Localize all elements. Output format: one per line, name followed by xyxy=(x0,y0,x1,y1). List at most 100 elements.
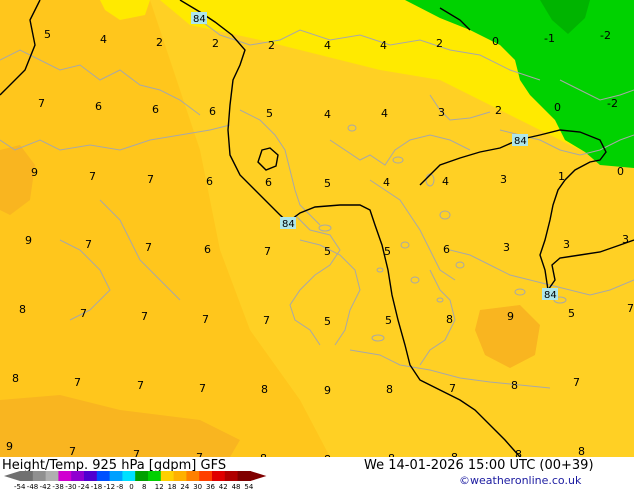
contour-label: 84 xyxy=(512,134,528,147)
temp-value: 5 xyxy=(385,314,392,327)
weather-map: 84 84 84 84 5 4 2 2 2 4 4 2 0 -1 -2 7 6 … xyxy=(0,0,634,457)
legend-swatch xyxy=(135,471,149,481)
temp-value: 5 xyxy=(44,28,51,41)
temp-value: 6 xyxy=(265,176,272,189)
temp-value: 9 xyxy=(507,310,514,323)
legend-tick-label: -8 xyxy=(116,483,123,490)
legend-color-bar xyxy=(4,471,267,481)
temp-value: 7 xyxy=(264,245,271,258)
temp-value: 8 xyxy=(511,379,518,392)
temp-value: 9 xyxy=(6,440,13,453)
temp-value: 8 xyxy=(12,372,19,385)
svg-text:84: 84 xyxy=(544,290,557,301)
temp-value: 4 xyxy=(324,39,331,52)
temp-value: 2 xyxy=(495,104,502,117)
temp-value: 6 xyxy=(95,100,102,113)
legend-tick-label: 36 xyxy=(206,483,215,490)
temp-value: -2 xyxy=(607,97,618,110)
legend-swatch xyxy=(109,471,123,481)
temp-value: 7 xyxy=(141,310,148,323)
legend-swatch xyxy=(160,471,175,481)
temp-value: 7 xyxy=(137,379,144,392)
temp-value: 0 xyxy=(617,165,624,178)
temp-value: 7 xyxy=(85,238,92,251)
map-canvas: 84 84 84 84 5 4 2 2 2 4 4 2 0 -1 -2 7 6 … xyxy=(0,0,634,457)
legend-tick-label: 30 xyxy=(193,483,202,490)
svg-text:84: 84 xyxy=(514,136,527,147)
legend-tick-label: 42 xyxy=(219,483,228,490)
temp-value: 8 xyxy=(446,313,453,326)
legend-tick-label: 48 xyxy=(232,483,241,490)
temp-value: 7 xyxy=(573,376,580,389)
temp-value: 7 xyxy=(449,382,456,395)
temp-value: 7 xyxy=(627,302,634,315)
temp-value: 4 xyxy=(100,33,107,46)
legend-swatch xyxy=(148,471,162,481)
legend-swatch xyxy=(58,471,72,481)
legend-arrow-right xyxy=(250,471,267,481)
legend-tick-label: -24 xyxy=(78,483,90,490)
contour-label: 84 xyxy=(280,217,296,230)
legend-tick-label: -38 xyxy=(52,483,63,490)
temp-value: 2 xyxy=(156,36,163,49)
temp-value: 4 xyxy=(380,39,387,52)
legend-swatch xyxy=(122,471,136,481)
temp-value: 3 xyxy=(622,233,629,246)
temp-value: 8 xyxy=(261,383,268,396)
legend-swatch xyxy=(20,471,34,481)
legend-ticks: -54 -48 -42 -38 -30 -24 -18 -12 -8 0 8 12 18 24 30 36 42… xyxy=(14,483,254,490)
color-legend: -54 -48 -42 -38 -30 -24 -18 -12 -8 0 8 12 18 24 30 36 42… xyxy=(4,471,267,490)
temp-value: 4 xyxy=(383,176,390,189)
temp-value: -2 xyxy=(600,29,611,42)
legend-tick-label: -42 xyxy=(40,483,51,490)
temp-value: 7 xyxy=(145,241,152,254)
legend-tick-label: -54 xyxy=(14,483,26,490)
legend-tick-label: 0 xyxy=(129,483,133,490)
temp-value: 0 xyxy=(492,35,499,48)
legend-swatch xyxy=(32,471,47,481)
temp-value: 9 xyxy=(31,166,38,179)
temp-value: 4 xyxy=(442,175,449,188)
temp-value: 9 xyxy=(324,384,331,397)
legend-swatch xyxy=(186,471,200,481)
legend-tick-label: -12 xyxy=(104,483,115,490)
legend-tick-label: -48 xyxy=(27,483,38,490)
legend-tick-label: 8 xyxy=(142,483,146,490)
temp-value: 5 xyxy=(384,245,391,258)
temp-value: 6 xyxy=(443,243,450,256)
legend-swatch xyxy=(224,471,239,481)
temp-value: 7 xyxy=(147,173,154,186)
temp-value: 6 xyxy=(209,105,216,118)
contour-label: 84 xyxy=(542,288,558,301)
temp-value: -1 xyxy=(544,32,555,45)
temp-value: 1 xyxy=(558,170,565,183)
temp-value: 6 xyxy=(152,103,159,116)
temp-value: 5 xyxy=(266,107,273,120)
temp-value: 5 xyxy=(568,307,575,320)
temp-value: 5 xyxy=(324,245,331,258)
legend-swatch xyxy=(96,471,111,481)
legend-swatch xyxy=(71,471,85,481)
temp-value: 5 xyxy=(324,177,331,190)
legend-swatch xyxy=(199,471,213,481)
temp-value: 0 xyxy=(554,101,561,114)
temp-value: 9 xyxy=(25,234,32,247)
temp-value: 8 xyxy=(386,383,393,396)
temp-value: 8 xyxy=(578,445,585,457)
legend-arrow-left xyxy=(4,471,20,481)
valid-time: We 14-01-2026 15:00 UTC (00+39) xyxy=(364,458,594,473)
temp-value: 7 xyxy=(199,382,206,395)
legend-swatch xyxy=(173,471,187,481)
credit-link[interactable]: ©weatheronline.co.uk xyxy=(459,474,581,487)
legend-swatch xyxy=(212,471,226,481)
temp-value: 4 xyxy=(381,107,388,120)
legend-tick-label: -30 xyxy=(65,483,76,490)
temp-value: 7 xyxy=(202,313,209,326)
temp-value: 3 xyxy=(503,241,510,254)
temp-value: 8 xyxy=(515,448,522,457)
temp-value: 7 xyxy=(263,314,270,327)
temp-value: 7 xyxy=(80,307,87,320)
legend-tick-label: 24 xyxy=(180,483,189,490)
temp-value: 3 xyxy=(563,238,570,251)
legend-swatch xyxy=(237,471,251,481)
